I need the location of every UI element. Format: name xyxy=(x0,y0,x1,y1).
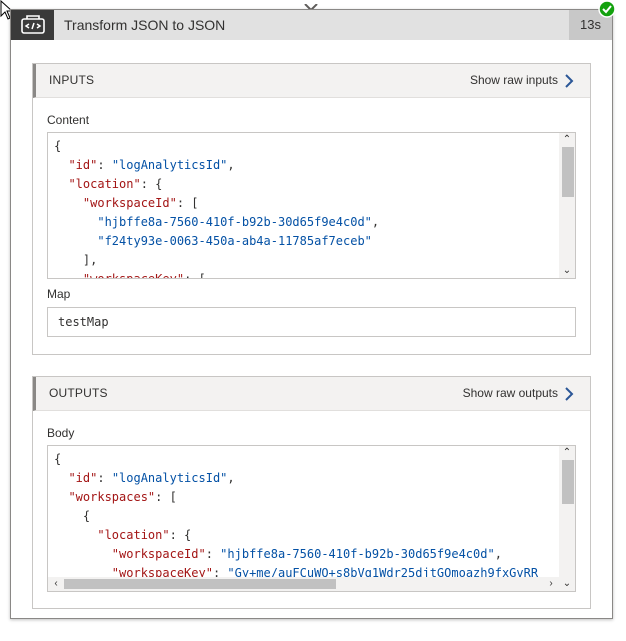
scroll-thumb[interactable] xyxy=(562,147,574,197)
scroll-down-icon[interactable]: ⌄ xyxy=(559,264,575,278)
body-horizontal-scrollbar[interactable]: ‹ › xyxy=(48,577,559,591)
code-line: "workspaceId": [ xyxy=(82,196,199,210)
code-line: { xyxy=(54,452,62,466)
code-line: { xyxy=(54,139,62,153)
scroll-up-icon[interactable]: ⌃ xyxy=(559,446,575,460)
connector-arrow-icon xyxy=(303,0,319,12)
scroll-down-icon[interactable]: ⌄ xyxy=(559,577,575,591)
code-line: "id": "logAnalyticsId", xyxy=(68,471,235,485)
body-vertical-scrollbar[interactable]: ⌃ ⌄ xyxy=(559,446,575,591)
inputs-panel-header: INPUTS Show raw inputs xyxy=(33,64,590,98)
outputs-panel-header: OUTPUTS Show raw outputs xyxy=(33,377,590,411)
scroll-up-icon[interactable]: ⌃ xyxy=(559,133,575,147)
show-raw-outputs-link[interactable]: Show raw outputs xyxy=(463,377,558,410)
transform-json-icon xyxy=(11,10,54,40)
map-field[interactable]: testMap xyxy=(47,307,576,337)
body-code-viewer[interactable]: { "id": "logAnalyticsId", "workspaces": … xyxy=(47,445,576,592)
code-line: "f24ty93e-0063-450a-ab4a-11785af7eceb" xyxy=(97,234,372,248)
code-line: "workspaceKey": [ xyxy=(82,272,206,279)
action-card: Transform JSON to JSON 13s INPUTS Show r… xyxy=(10,9,613,619)
code-line: ], xyxy=(54,253,98,267)
content-label: Content xyxy=(47,113,90,127)
code-line: "hjbffe8a-7560-410f-b92b-30d65f9e4c0d", xyxy=(97,215,380,229)
action-title: Transform JSON to JSON xyxy=(64,17,226,33)
scroll-right-icon[interactable]: › xyxy=(543,577,559,591)
map-label: Map xyxy=(47,287,71,301)
outputs-panel: OUTPUTS Show raw outputs Body { "id": "l… xyxy=(32,376,591,609)
scroll-thumb[interactable] xyxy=(562,460,574,504)
code-line: "location": { xyxy=(68,177,163,191)
chevron-right-icon[interactable] xyxy=(562,386,576,402)
inputs-panel: INPUTS Show raw inputs Content { "id": "… xyxy=(32,63,591,355)
horizontal-scroll-thumb[interactable] xyxy=(64,579,336,589)
code-line: "workspaceId": "hjbffe8a-7560-410f-b92b-… xyxy=(111,547,502,561)
outputs-title: OUTPUTS xyxy=(49,386,108,400)
chevron-right-icon[interactable] xyxy=(562,73,576,89)
success-check-icon xyxy=(598,0,616,18)
content-json: { "id": "logAnalyticsId", "location": { … xyxy=(54,137,557,278)
code-line: "id": "logAnalyticsId", xyxy=(68,158,235,172)
scroll-left-icon[interactable]: ‹ xyxy=(48,577,64,591)
body-json: { "id": "logAnalyticsId", "workspaces": … xyxy=(54,450,557,591)
code-line: { xyxy=(54,509,91,523)
show-raw-inputs-link[interactable]: Show raw inputs xyxy=(470,64,558,97)
inputs-title: INPUTS xyxy=(49,73,95,87)
code-line: "workspaces": [ xyxy=(68,490,177,504)
action-header[interactable]: Transform JSON to JSON 13s xyxy=(11,10,612,40)
content-vertical-scrollbar[interactable]: ⌃ ⌄ xyxy=(559,133,575,278)
body-label: Body xyxy=(47,426,75,440)
content-code-viewer[interactable]: { "id": "logAnalyticsId", "location": { … xyxy=(47,132,576,279)
code-line: "location": { xyxy=(97,528,192,542)
